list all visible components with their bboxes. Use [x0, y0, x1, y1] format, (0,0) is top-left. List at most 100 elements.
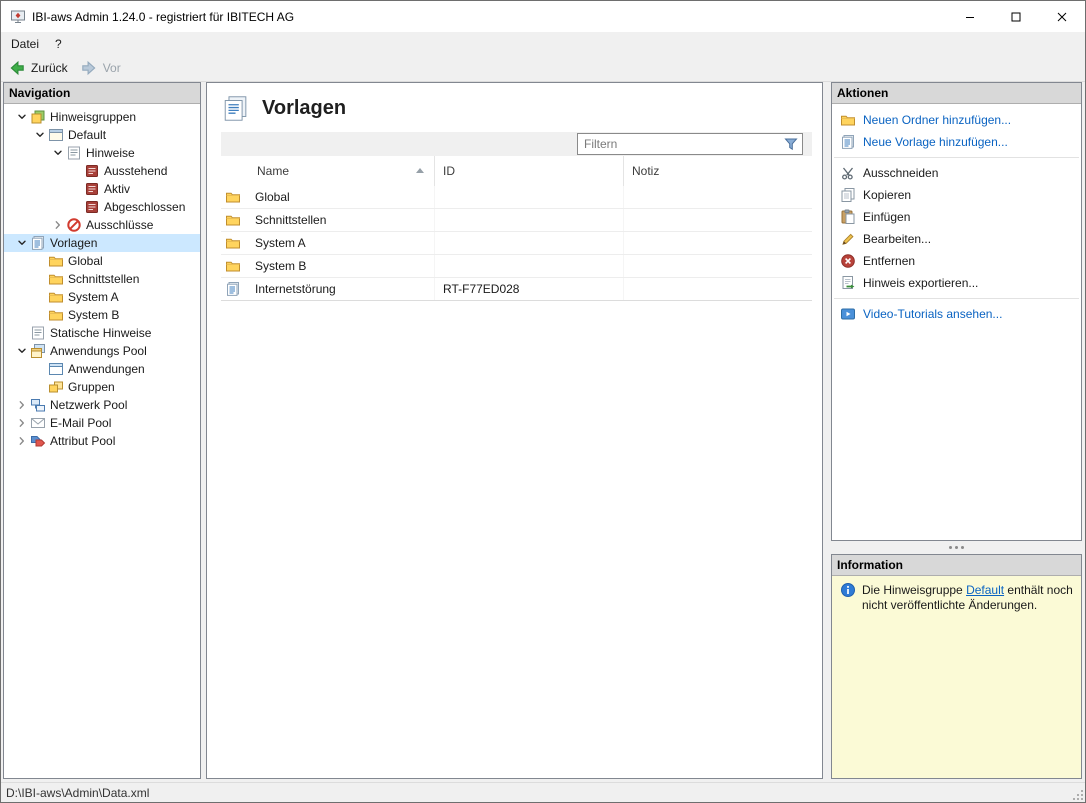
filter-input[interactable] — [578, 137, 783, 151]
tree-item-aktiv[interactable]: Aktiv — [4, 180, 200, 198]
default-group-link[interactable]: Default — [966, 583, 1004, 597]
window-controls — [947, 1, 1085, 32]
column-header-name[interactable]: Name — [221, 156, 435, 186]
menu-datei[interactable]: Datei — [3, 32, 47, 55]
folder-icon — [225, 258, 241, 274]
status-bar: D:\IBI-aws\Admin\Data.xml — [1, 782, 1085, 802]
pending-note-icon — [84, 163, 100, 179]
tree-item-hinweise[interactable]: Hinweise — [4, 144, 200, 162]
page-title: Vorlagen — [262, 97, 346, 120]
folder-icon — [48, 307, 64, 323]
table-header-row: Name ID Notiz — [221, 156, 812, 186]
chevron-down-icon[interactable] — [14, 235, 30, 251]
action-paste[interactable]: Einfügen — [832, 206, 1081, 228]
application-window-icon — [48, 361, 64, 377]
chevron-down-icon[interactable] — [14, 343, 30, 359]
column-header-id[interactable]: ID — [435, 156, 624, 186]
separator — [834, 157, 1079, 158]
groups-icon — [48, 379, 64, 395]
maximize-button[interactable] — [993, 1, 1039, 32]
tree-item-vorlagen[interactable]: Vorlagen — [4, 234, 200, 252]
tree-item-ausschluesse[interactable]: Ausschlüsse — [4, 216, 200, 234]
action-remove[interactable]: Entfernen — [832, 250, 1081, 272]
action-export[interactable]: Hinweis exportieren... — [832, 272, 1081, 294]
tree-item-schnittstellen[interactable]: Schnittstellen — [4, 270, 200, 288]
table-row[interactable]: Schnittstellen — [221, 209, 812, 232]
action-new-template[interactable]: Neue Vorlage hinzufügen... — [832, 131, 1081, 153]
folder-icon — [225, 189, 241, 205]
action-cut[interactable]: Ausschneiden — [832, 162, 1081, 184]
tree-item-ausstehend[interactable]: Ausstehend — [4, 162, 200, 180]
close-button[interactable] — [1039, 1, 1085, 32]
filter-box — [577, 133, 803, 155]
info-icon — [840, 582, 856, 598]
content-area: Navigation Hinweisgruppen Default Hinwei… — [1, 82, 1085, 782]
minimize-button[interactable] — [947, 1, 993, 32]
action-copy[interactable]: Kopieren — [832, 184, 1081, 206]
tree-item-hinweisgruppen[interactable]: Hinweisgruppen — [4, 108, 200, 126]
forward-button[interactable]: Vor — [76, 57, 129, 79]
filter-funnel-icon[interactable] — [783, 136, 799, 152]
table-row[interactable]: Global — [221, 186, 812, 209]
action-video-tutorials[interactable]: Video-Tutorials ansehen... — [832, 303, 1081, 325]
copy-icon — [840, 187, 856, 203]
tree-item-system-a[interactable]: System A — [4, 288, 200, 306]
app-window: IBI-aws Admin 1.24.0 - registriert für I… — [0, 0, 1086, 803]
tree-item-netzwerk-pool[interactable]: Netzwerk Pool — [4, 396, 200, 414]
chevron-right-icon[interactable] — [14, 397, 30, 413]
window-stack-icon — [30, 343, 46, 359]
table-row[interactable]: System A — [221, 232, 812, 255]
back-button[interactable]: Zurück — [4, 57, 76, 79]
chevron-placeholder — [32, 379, 48, 395]
active-note-icon — [84, 181, 100, 197]
folder-icon — [48, 253, 64, 269]
templates-icon — [221, 95, 251, 122]
chevron-down-icon[interactable] — [32, 127, 48, 143]
chevron-right-icon[interactable] — [14, 415, 30, 431]
app-logo-icon — [10, 9, 26, 25]
tree-item-global[interactable]: Global — [4, 252, 200, 270]
window-title: IBI-aws Admin 1.24.0 - registriert für I… — [32, 10, 294, 24]
splitter-handle[interactable] — [831, 541, 1082, 554]
chevron-placeholder — [32, 361, 48, 377]
tree-item-anwendungs-pool[interactable]: Anwendungs Pool — [4, 342, 200, 360]
tree-item-anwendungen[interactable]: Anwendungen — [4, 360, 200, 378]
table-row[interactable]: System B — [221, 255, 812, 278]
action-edit[interactable]: Bearbeiten... — [832, 228, 1081, 250]
chevron-placeholder — [32, 289, 48, 305]
resize-grip-icon[interactable] — [1069, 786, 1085, 802]
tree-item-gruppen[interactable]: Gruppen — [4, 378, 200, 396]
close-icon — [1057, 12, 1067, 22]
chevron-down-icon[interactable] — [14, 109, 30, 125]
chevron-down-icon[interactable] — [50, 145, 66, 161]
envelope-icon — [30, 415, 46, 431]
tree-item-statische-hinweise[interactable]: Statische Hinweise — [4, 324, 200, 342]
folder-icon — [225, 235, 241, 251]
pencil-icon — [840, 231, 856, 247]
menu-help[interactable]: ? — [47, 32, 70, 55]
scissors-icon — [840, 165, 856, 181]
tree-item-system-b[interactable]: System B — [4, 306, 200, 324]
action-new-folder[interactable]: Neuen Ordner hinzufügen... — [832, 109, 1081, 131]
paste-icon — [840, 209, 856, 225]
template-icon — [225, 281, 241, 297]
tree-item-default[interactable]: Default — [4, 126, 200, 144]
forward-arrow-icon — [80, 59, 98, 77]
table-row[interactable]: Internetstörung RT-F77ED028 — [221, 278, 812, 301]
information-panel: Information Die Hinweisgruppe Default en… — [831, 554, 1082, 779]
chevron-placeholder — [32, 253, 48, 269]
chevron-placeholder — [32, 307, 48, 323]
chevron-right-icon[interactable] — [14, 433, 30, 449]
tree-item-email-pool[interactable]: E-Mail Pool — [4, 414, 200, 432]
main-panel: Vorlagen Name ID — [206, 82, 823, 779]
menu-bar: Datei ? — [1, 32, 1085, 55]
export-icon — [840, 275, 856, 291]
column-header-notiz[interactable]: Notiz — [624, 156, 812, 186]
tags-icon — [30, 433, 46, 449]
video-icon — [840, 306, 856, 322]
new-folder-icon — [840, 112, 856, 128]
tree-item-attribut-pool[interactable]: Attribut Pool — [4, 432, 200, 450]
tree-item-abgeschlossen[interactable]: Abgeschlossen — [4, 198, 200, 216]
chevron-right-icon[interactable] — [50, 217, 66, 233]
title-bar[interactable]: IBI-aws Admin 1.24.0 - registriert für I… — [1, 1, 1085, 32]
